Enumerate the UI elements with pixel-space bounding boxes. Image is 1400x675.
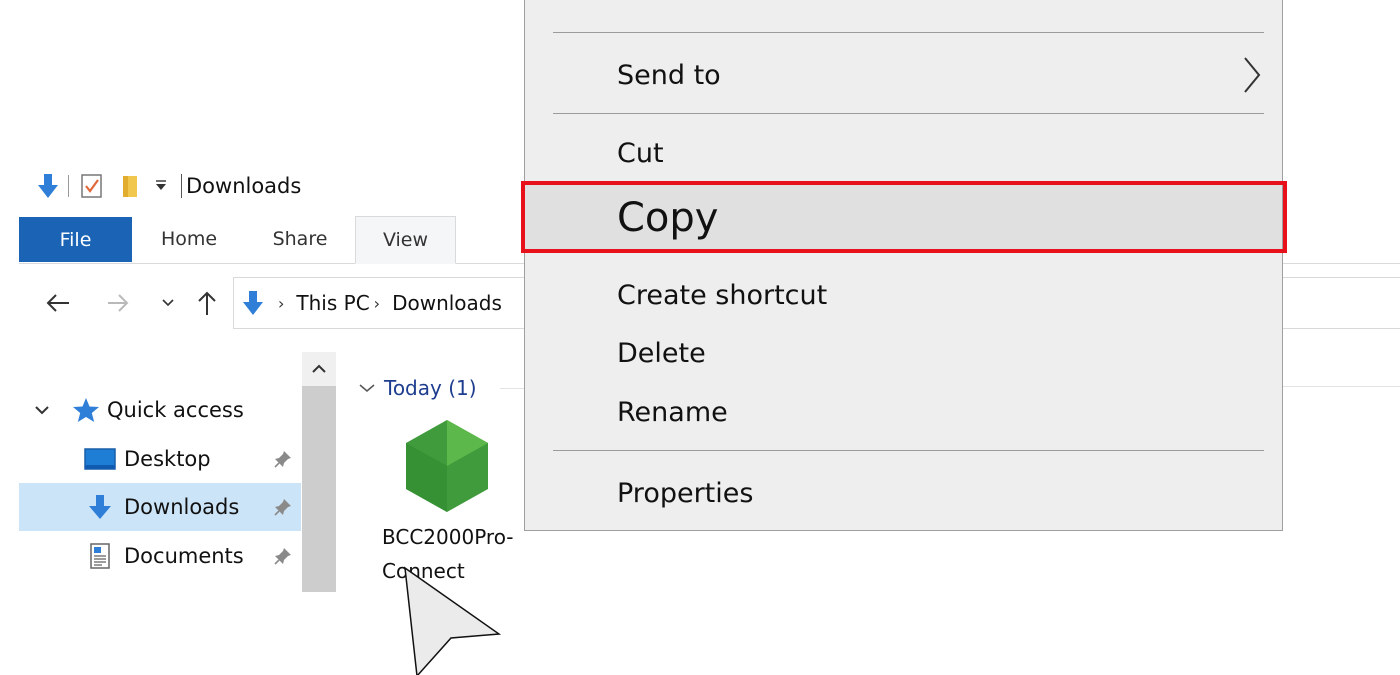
nav-item-label: Downloads [124, 495, 240, 519]
window-title: Downloads [186, 174, 302, 198]
pin-icon[interactable] [271, 495, 295, 519]
nav-item-quick-access[interactable]: Quick access [19, 386, 301, 434]
menu-item-send-to[interactable]: Send to [525, 44, 1282, 106]
download-arrow-icon[interactable] [34, 171, 62, 201]
toolbar-separator [68, 175, 69, 197]
breadcrumb-this-pc[interactable]: This PC [296, 291, 369, 315]
menu-item-rename[interactable]: Rename [525, 383, 1282, 441]
chevron-down-icon[interactable] [356, 383, 378, 393]
breadcrumb-downloads[interactable]: Downloads [392, 291, 502, 315]
new-folder-icon[interactable] [119, 172, 141, 200]
nav-item-documents[interactable]: Documents [19, 532, 301, 580]
menu-item-label: Rename [617, 396, 728, 428]
mouse-pointer-icon [404, 566, 502, 675]
nav-item-downloads[interactable]: Downloads [19, 483, 301, 531]
group-divider [1283, 386, 1400, 387]
pin-icon[interactable] [271, 544, 295, 568]
tab-share[interactable]: Share [265, 216, 335, 262]
star-icon [69, 395, 103, 425]
title-separator [181, 174, 182, 198]
menu-item-label: Send to [617, 59, 721, 91]
menu-item-properties[interactable]: Properties [525, 464, 1282, 522]
menu-item-create-shortcut[interactable]: Create shortcut [525, 266, 1282, 324]
tab-view[interactable]: View [355, 216, 456, 264]
menu-item-copy[interactable]: Copy [525, 184, 1282, 252]
menu-separator [553, 113, 1264, 114]
tab-home[interactable]: Home [157, 216, 221, 262]
menu-item-label: Copy [617, 195, 719, 241]
download-arrow-icon [83, 492, 117, 522]
forward-arrow-icon[interactable] [103, 264, 133, 342]
download-arrow-icon [240, 288, 266, 318]
context-menu: Send to Cut Copy Create shortcut Delete … [524, 0, 1283, 531]
tab-file[interactable]: File [19, 217, 132, 262]
submenu-chevron-right-icon [1244, 57, 1261, 93]
recent-locations-chevron-icon[interactable] [157, 264, 179, 342]
nav-item-label: Documents [124, 544, 244, 568]
scrollbar-thumb[interactable] [302, 386, 336, 592]
nav-item-label: Desktop [124, 447, 211, 471]
documents-icon [83, 541, 117, 571]
properties-check-icon[interactable] [79, 172, 105, 200]
group-label: Today (1) [384, 376, 477, 400]
quick-access-toolbar: Downloads [34, 170, 301, 202]
back-arrow-icon[interactable] [41, 264, 75, 342]
nav-item-label: Quick access [107, 398, 244, 422]
breadcrumb-separator-icon[interactable]: › [374, 294, 380, 313]
navigation-pane: Quick access Desktop Downloads Documents [19, 352, 301, 592]
menu-separator [553, 450, 1264, 451]
menu-item-label: Delete [617, 337, 706, 369]
menu-item-delete[interactable]: Delete [525, 324, 1282, 382]
menu-separator [553, 32, 1264, 33]
group-divider [500, 388, 524, 389]
scroll-up-arrow-icon[interactable] [302, 352, 336, 386]
menu-item-label: Cut [617, 137, 664, 169]
up-arrow-icon[interactable] [193, 264, 221, 342]
nav-item-desktop[interactable]: Desktop [19, 435, 301, 483]
group-header-today[interactable]: Today (1) [356, 372, 477, 404]
desktop-icon [83, 444, 117, 474]
chevron-down-icon[interactable] [33, 405, 51, 415]
nodejs-hexagon-icon [406, 420, 488, 512]
nav-pane-scrollbar[interactable] [302, 352, 336, 592]
menu-item-label: Properties [617, 477, 754, 509]
menu-item-cut[interactable]: Cut [525, 124, 1282, 182]
breadcrumb-separator-icon[interactable]: › [278, 294, 284, 313]
customize-toolbar-dropdown-icon[interactable] [155, 179, 167, 194]
menu-item-label: Create shortcut [617, 279, 828, 311]
pin-icon[interactable] [271, 447, 295, 471]
